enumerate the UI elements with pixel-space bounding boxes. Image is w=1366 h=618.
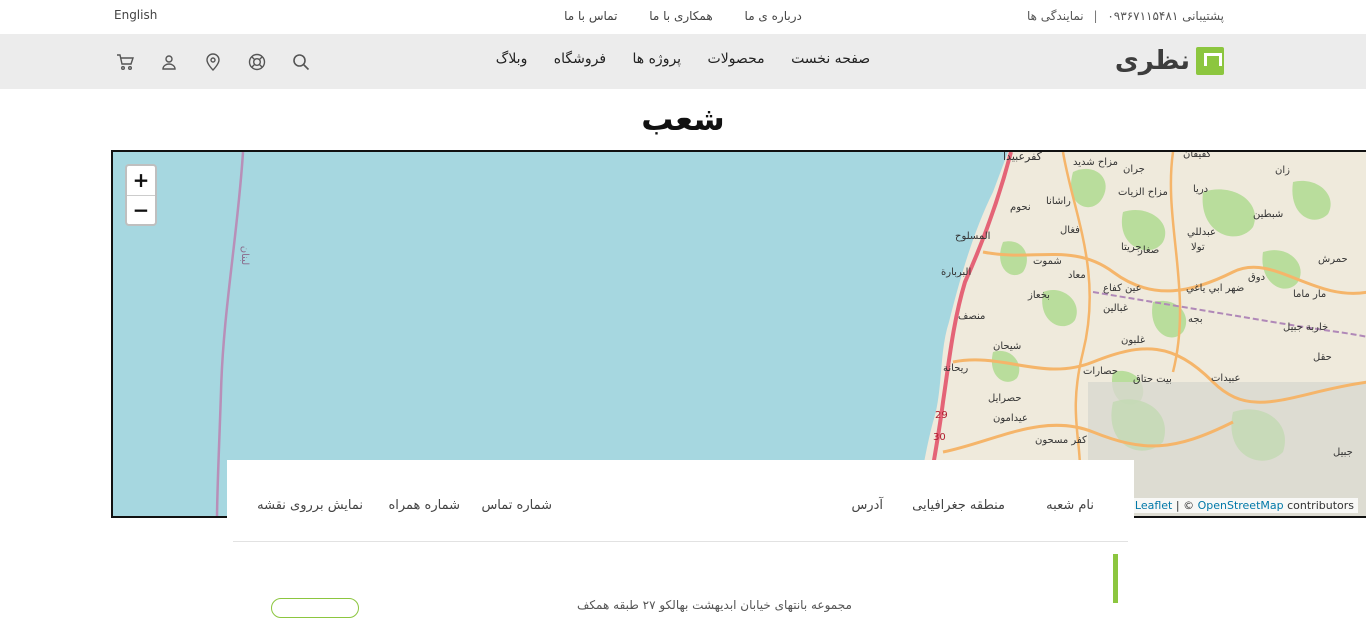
map-place-label: زان: [1275, 165, 1290, 176]
map-place-label: مزاح الزيات: [1118, 187, 1168, 198]
support-label: پشتیبانی: [1182, 9, 1224, 23]
contact-us-link[interactable]: تماس با ما: [564, 9, 617, 23]
nav-projects[interactable]: پروژه ها: [633, 51, 682, 67]
cooperation-link[interactable]: همکاری با ما: [649, 9, 712, 23]
header-icons: [114, 51, 312, 73]
zoom-in-button[interactable]: +: [127, 166, 155, 195]
map-place-label: راشانا: [1046, 196, 1071, 207]
main-header: نظری صفحه نخست محصولات پروژه ها فروشگاه …: [0, 34, 1366, 89]
col-phone: شماره تماس: [481, 498, 552, 513]
map-place-label: دوق: [1248, 272, 1266, 283]
top-bar: English درباره ی ما همکاری با ما تماس با…: [0, 0, 1366, 34]
table-divider: [233, 541, 1128, 542]
about-us-link[interactable]: درباره ی ما: [745, 9, 802, 23]
map-place-label: شبطين: [1253, 209, 1284, 220]
map-place-label: البربارة: [941, 267, 972, 278]
road-number-label: 30: [933, 432, 946, 443]
map-place-label: حصرايل: [988, 393, 1022, 404]
page-title: شعب: [641, 100, 725, 138]
support-phone[interactable]: ۰۹۳۶۷۱۱۵۴۸۱: [1107, 9, 1178, 23]
map-place-label: حصارات: [1083, 366, 1118, 377]
map-place-label: عبيدات: [1211, 373, 1241, 384]
map-place-label: غبالين: [1103, 303, 1128, 314]
map-attribution: Leaflet | © OpenStreetMap contributors: [1130, 498, 1358, 513]
search-icon[interactable]: [290, 51, 312, 73]
attribution-separator: | ©: [1172, 499, 1198, 512]
map-place-label: صغار: [1138, 245, 1160, 256]
table-header: نام شعبه منطقه جغرافیایی آدرس شماره تماس…: [227, 498, 1134, 528]
map-place-label: كفرعبيدا: [1003, 150, 1042, 163]
map-place-label: جبيل: [1333, 447, 1353, 458]
map-place-label: شموت: [1033, 256, 1062, 267]
col-address: آدرس: [851, 498, 883, 513]
map-place-label: ريحانة: [943, 363, 969, 374]
attribution-suffix: contributors: [1283, 499, 1354, 512]
map-place-label: حمرش: [1318, 254, 1348, 265]
leaflet-link[interactable]: Leaflet: [1135, 499, 1172, 512]
user-icon[interactable]: [158, 51, 180, 73]
map-place-label: كفيفان: [1183, 150, 1212, 160]
row-accent-bar: [1113, 554, 1118, 603]
map-zoom-control: + −: [125, 164, 157, 226]
map-place-label: منصف: [958, 311, 986, 322]
map-place-label: جران: [1123, 164, 1145, 175]
map-place-label: دريا: [1193, 184, 1209, 195]
map-place-label: تولا: [1191, 242, 1205, 253]
cart-icon[interactable]: [114, 51, 136, 73]
map-place-label: عبدللي: [1187, 227, 1216, 238]
map-place-label: عين كفاع: [1103, 283, 1142, 294]
map-place-label: فغال: [1060, 225, 1080, 236]
support-info: پشتیبانی ۰۹۳۶۷۱۱۵۴۸۱ | نمایندگی ها: [1027, 9, 1224, 23]
map-place-label: المسلوح: [955, 231, 991, 242]
map-place-label: نحوم: [1010, 202, 1031, 213]
map-place-label: شيحان: [993, 341, 1022, 352]
map-place-label: حقل: [1313, 352, 1332, 363]
agencies-link[interactable]: نمایندگی ها: [1027, 9, 1084, 23]
location-icon[interactable]: [202, 51, 224, 73]
col-mobile: شماره همراه: [388, 498, 460, 513]
nav-home[interactable]: صفحه نخست: [791, 51, 870, 67]
support-icon[interactable]: [246, 51, 268, 73]
map-place-label: معاد: [1068, 270, 1086, 281]
col-show-on-map: نمایش برروی نقشه: [257, 498, 363, 513]
show-on-map-button[interactable]: [271, 598, 359, 618]
road-number-label: 29: [935, 410, 948, 421]
map-place-label: بجه: [1188, 314, 1203, 325]
branches-table: نام شعبه منطقه جغرافیایی آدرس شماره تماس…: [227, 460, 1134, 618]
table-row: مجموعه بانتهای خیابان ابدیهشت بهالکو ۲۷ …: [227, 554, 1134, 618]
zoom-out-button[interactable]: −: [127, 195, 155, 224]
map-place-label: غلبون: [1121, 335, 1146, 346]
col-branch-name: نام شعبه: [1046, 498, 1094, 513]
map-place-label: كفر مسحون: [1035, 435, 1087, 446]
map-place-label: خاربة جبيل: [1283, 322, 1329, 333]
map-place-label: مار ماما: [1293, 289, 1327, 300]
map-place-label: لبنان: [239, 245, 251, 266]
separator: |: [1093, 9, 1098, 23]
map-place-label: مزاح شديد: [1073, 157, 1118, 168]
row-address: مجموعه بانتهای خیابان ابدیهشت بهالکو ۲۷ …: [577, 598, 852, 612]
osm-link[interactable]: OpenStreetMap: [1198, 499, 1284, 512]
nav-products[interactable]: محصولات: [708, 51, 765, 67]
map-place-label: بيت حتاق: [1133, 374, 1172, 385]
map-place-label: عيدامون: [993, 413, 1028, 424]
map-place-label: ضهر ابي ياغي: [1186, 283, 1245, 294]
nav-blog[interactable]: وبلاگ: [496, 51, 528, 67]
map-place-label: بخعاز: [1028, 290, 1050, 301]
col-region: منطقه جغرافیایی: [912, 498, 1005, 513]
nav-shop[interactable]: فروشگاه: [554, 51, 606, 67]
